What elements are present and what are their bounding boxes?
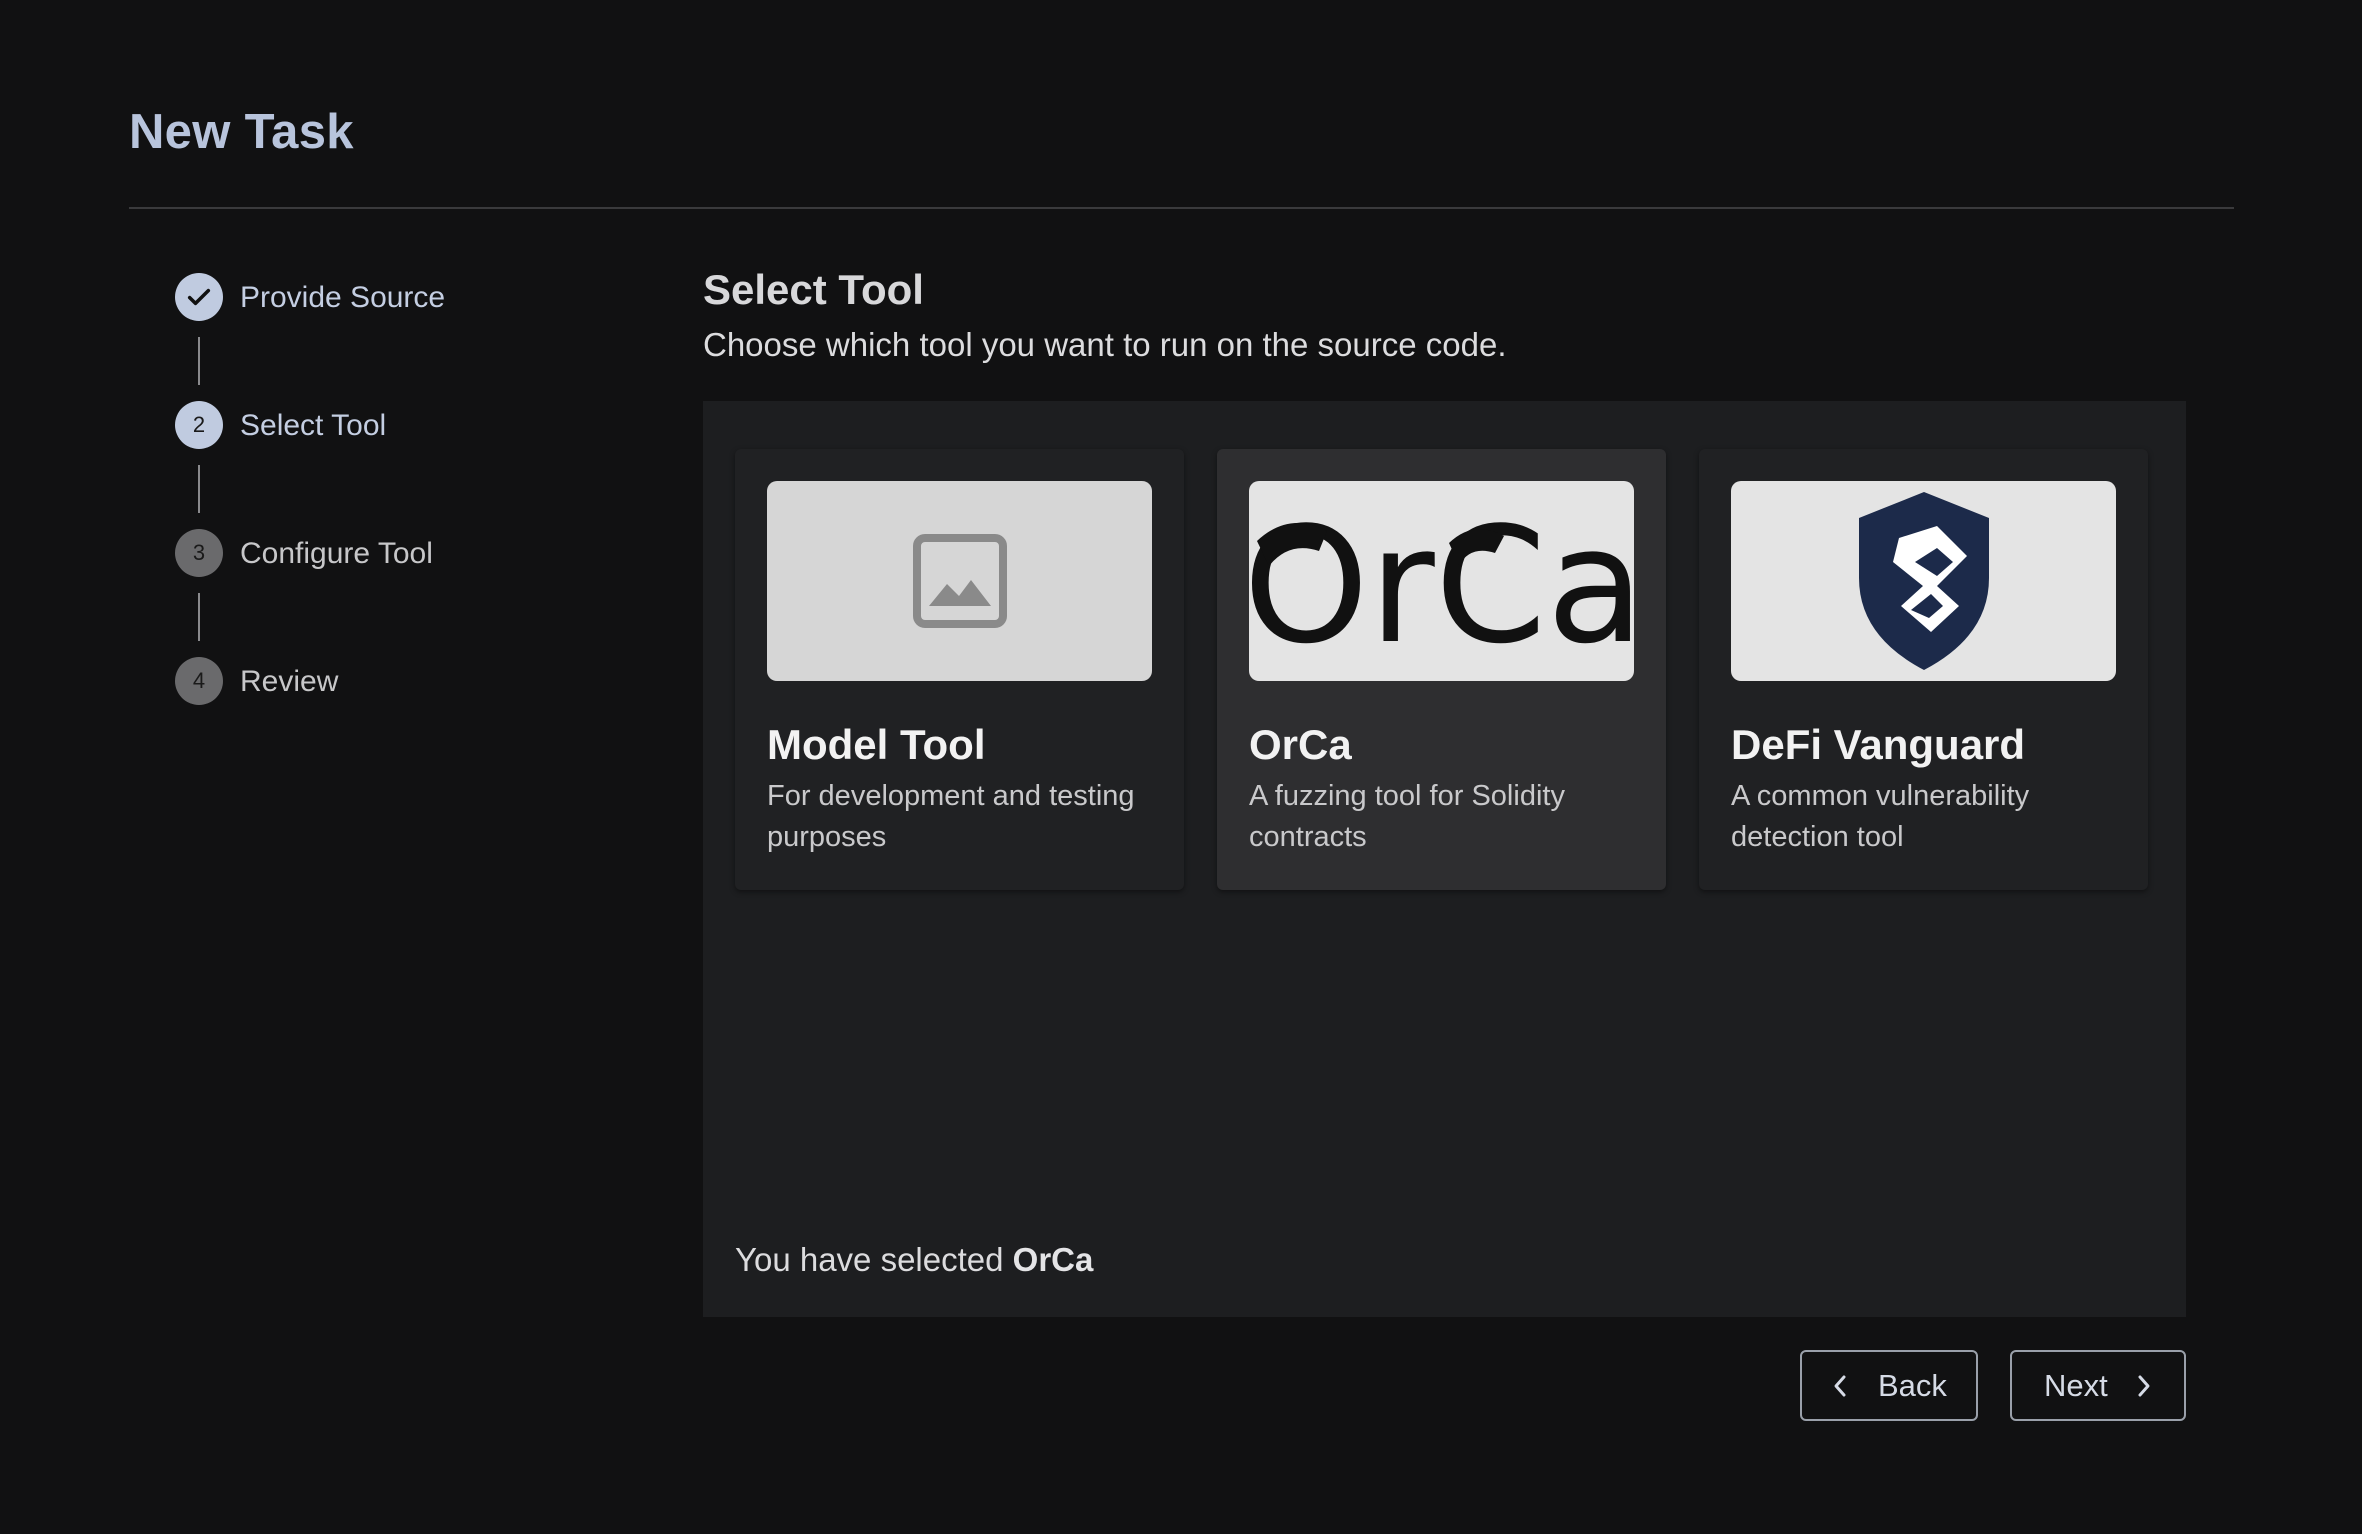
tool-selection-panel: Model Tool For development and testing p…: [703, 401, 2186, 1317]
step-connector: [198, 593, 200, 641]
tool-card-defi-vanguard[interactable]: DeFi Vanguard A common vulnerability det…: [1699, 449, 2148, 890]
section-subtitle: Choose which tool you want to run on the…: [703, 326, 1507, 363]
step-number: 2: [175, 401, 223, 449]
page-title: New Task: [129, 105, 354, 159]
tool-name: OrCa: [1249, 721, 1352, 768]
check-icon: [175, 273, 223, 321]
tool-card-orca[interactable]: OrCa OrCa A fuzzing tool for Solidity co…: [1217, 449, 1666, 890]
svg-text:OrCa: OrCa: [1249, 492, 1634, 679]
orca-logo: OrCa: [1249, 481, 1634, 681]
back-button[interactable]: Back: [1800, 1350, 1978, 1421]
next-button[interactable]: Next: [2010, 1350, 2186, 1421]
selection-summary: You have selected OrCa: [735, 1241, 1093, 1279]
shield-logo: [1731, 481, 2116, 681]
selected-tool-name: OrCa: [1012, 1241, 1094, 1278]
header-divider: [129, 207, 2234, 209]
new-task-page: New Task Provide Source 2 Select Tool 3 …: [0, 0, 2362, 1534]
step-connector: [198, 337, 200, 385]
step-number: 3: [175, 529, 223, 577]
tool-card-model-tool[interactable]: Model Tool For development and testing p…: [735, 449, 1184, 890]
tool-description: A fuzzing tool for Solidity contracts: [1249, 780, 1565, 853]
tool-description: For development and testing purposes: [767, 780, 1135, 853]
next-label: Next: [2044, 1367, 2108, 1403]
step-label: Select Tool: [240, 409, 387, 442]
tool-name: Model Tool: [767, 721, 986, 768]
image-placeholder-icon: [767, 481, 1152, 681]
step-number: 4: [175, 657, 223, 705]
tool-description: A common vulnerability detection tool: [1731, 780, 2030, 853]
chevron-right-icon: [2136, 1373, 2152, 1399]
back-label: Back: [1878, 1367, 1947, 1403]
selection-prefix: You have selected: [735, 1241, 1013, 1278]
step-label: Provide Source: [240, 281, 446, 314]
step-label: Review: [240, 665, 339, 698]
section-title: Select Tool: [703, 266, 924, 313]
step-label: Configure Tool: [240, 537, 433, 570]
tool-name: DeFi Vanguard: [1731, 721, 2026, 768]
step-connector: [198, 465, 200, 513]
chevron-left-icon: [1832, 1373, 1848, 1399]
